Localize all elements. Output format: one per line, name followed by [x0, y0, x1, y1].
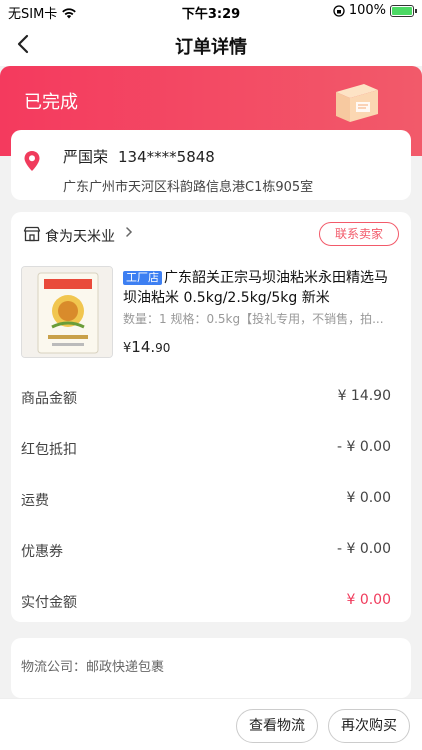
- nav-bar: 订单详情: [0, 22, 422, 66]
- address-card[interactable]: 严国荣 134****5848 广东广州市天河区科韵路信息港C1栋905室: [11, 130, 411, 200]
- price-decimal: 90: [155, 341, 171, 355]
- summary-label: 商品金额: [21, 391, 77, 407]
- order-status-text: 已完成: [24, 92, 78, 113]
- summary-row-goods-amount: 商品金额 ¥ 14.90: [11, 382, 411, 412]
- product-row[interactable]: 工厂店 广东韶关正宗马坝油粘米永田精选马坝油粘米 0.5kg/2.5kg/5kg …: [11, 260, 411, 366]
- summary-value: - ¥ 0.00: [336, 541, 391, 557]
- summary-value: ¥ 14.90: [337, 388, 391, 404]
- orientation-lock-icon: [333, 4, 345, 17]
- factory-store-badge: 工厂店: [123, 271, 162, 285]
- rebuy-button[interactable]: 再次购买: [328, 709, 410, 743]
- recipient-phone: 134****5848: [118, 148, 215, 166]
- summary-label: 优惠券: [21, 544, 63, 560]
- recipient-name: 严国荣: [63, 148, 109, 166]
- address-detail: 广东广州市天河区科韵路信息港C1栋905室: [63, 180, 314, 195]
- battery-percent: 100%: [348, 3, 386, 18]
- package-box-icon: [336, 84, 378, 122]
- summary-row-shipping: 运费 ¥ 0.00: [11, 484, 411, 514]
- summary-label: 红包抵扣: [21, 442, 77, 458]
- summary-row-paid-amount: 实付金额 ¥ 0.00: [11, 586, 411, 616]
- summary-label: 实付金额: [21, 595, 77, 611]
- product-title: 工厂店 广东韶关正宗马坝油粘米永田精选马坝油粘米 0.5kg/2.5kg/5kg …: [123, 268, 401, 308]
- bottom-action-bar: 查看物流 再次购买: [0, 698, 422, 750]
- logistics-card: 物流公司：邮政快递包裹: [11, 638, 411, 698]
- recipient-info: 严国荣 134****5848: [63, 146, 215, 167]
- price-integer: 14.: [131, 338, 156, 356]
- battery-icon: [390, 4, 417, 17]
- order-card: 食为天米业 联系卖家 工厂店 广东韶关正宗马坝油粘米永田精选马坝油粘米 0.5kg…: [11, 212, 411, 622]
- store-icon: [23, 226, 41, 242]
- product-title-text: 广东韶关正宗马坝油粘米永田精选马坝油粘米 0.5kg/2.5kg/5kg 新米: [123, 270, 388, 306]
- location-pin-icon: [24, 151, 40, 171]
- status-right: 100%: [333, 3, 417, 18]
- view-logistics-button[interactable]: 查看物流: [236, 709, 318, 743]
- status-bar: 无SIM卡 下午3:29 100%: [0, 0, 422, 22]
- product-image: [21, 266, 113, 358]
- page-title: 订单详情: [175, 37, 247, 58]
- summary-value: - ¥ 0.00: [336, 439, 391, 455]
- shop-row[interactable]: 食为天米业 联系卖家: [11, 212, 411, 256]
- chevron-right-icon: [126, 227, 133, 237]
- logistics-company: 物流公司：邮政快递包裹: [21, 660, 165, 675]
- product-spec: 数量：1 规格：0.5kg【投礼专用，不销售，拍...: [123, 312, 384, 326]
- summary-value: ¥ 0.00: [346, 490, 391, 506]
- summary-row-red-packet: 红包抵扣 - ¥ 0.00: [11, 433, 411, 463]
- rice-bag-image: [22, 267, 112, 357]
- paid-amount-value: ¥ 0.00: [346, 592, 391, 608]
- shop-name: 食为天米业: [45, 229, 115, 245]
- product-price: ¥14.90: [123, 338, 170, 356]
- summary-row-coupon: 优惠券 - ¥ 0.00: [11, 535, 411, 565]
- contact-seller-button[interactable]: 联系卖家: [319, 222, 399, 246]
- summary-label: 运费: [21, 493, 49, 509]
